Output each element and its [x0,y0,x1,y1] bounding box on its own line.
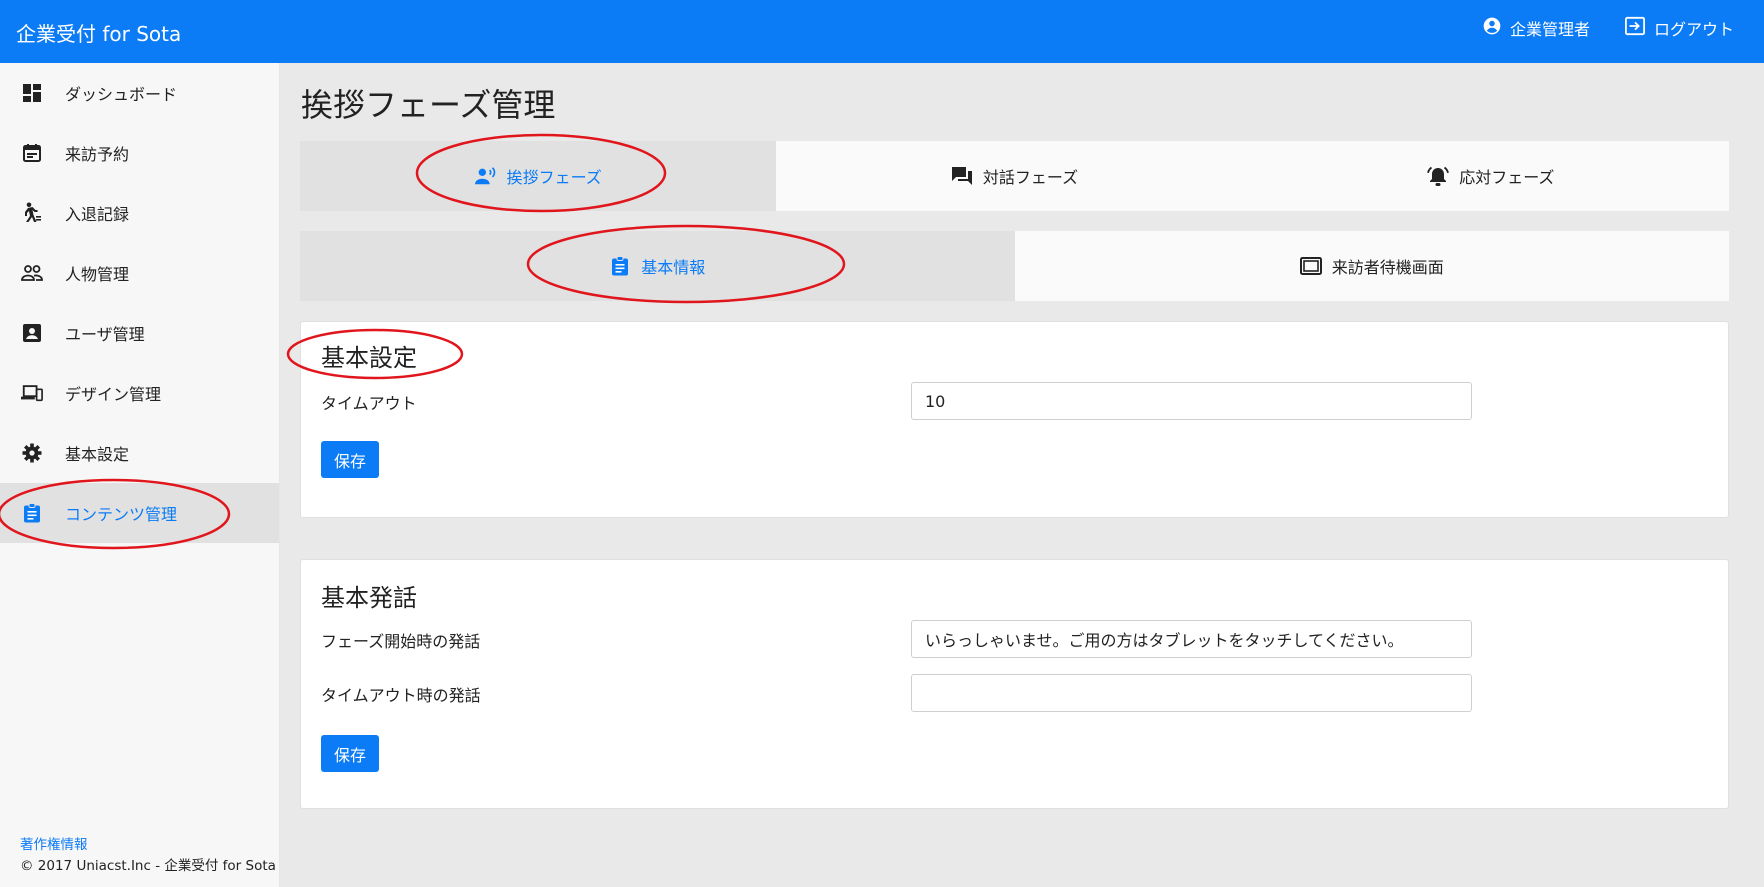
account-circle-icon [1482,16,1502,40]
sidebar-item-label: ダッシュボード [65,85,178,104]
timeout-speech-input[interactable] [911,674,1472,712]
sidebar-item-label: 来訪予約 [65,145,130,164]
record-voice-icon [474,165,497,187]
tab-label: 基本情報 [641,258,706,277]
phase-start-speech-input[interactable] [911,620,1472,658]
sidebar-item-label: デザイン管理 [65,385,162,404]
sidebar-item-label: コンテンツ管理 [65,505,178,524]
people-icon [21,262,43,284]
clipboard-icon [609,255,631,277]
sidebar-item-label: 人物管理 [65,265,130,284]
section-title: 基本発話 [321,584,417,612]
devices-icon [21,382,43,404]
tab-label: 対話フェーズ [982,168,1079,187]
sidebar-item-label: 入退記録 [65,205,130,224]
timeout-speech-label: タイムアウト時の発話 [321,686,481,705]
basic-settings-card: 基本設定 タイムアウト 保存 [300,321,1729,518]
alarm-bell-icon [1427,165,1450,187]
gear-icon [21,442,43,464]
tab-label: 来訪者待機画面 [1331,258,1444,277]
app-brand[interactable]: 企業受付 for Sota [16,18,181,47]
sidebar-item-basic-settings[interactable]: 基本設定 [0,423,279,483]
main-content: 挨拶フェーズ管理 挨拶フェーズ 対話フェーズ 応対フェーズ 基本情報 来訪者待機… [280,63,1729,887]
sidebar: ダッシュボード 来訪予約 入退記録 人物管理 ユーザ管理 デザイン管理 基本設定… [0,63,280,887]
tablet-icon [1299,255,1322,277]
top-bar: 企業受付 for Sota 企業管理者 ログアウト [0,0,1764,63]
page-title: 挨拶フェーズ管理 [301,86,556,124]
user-menu[interactable]: 企業管理者 [1482,16,1590,40]
tab-greeting-phase[interactable]: 挨拶フェーズ [300,141,777,211]
chat-icon [951,165,973,187]
section-title: 基本設定 [321,344,417,372]
sidebar-item-label: 基本設定 [65,445,130,464]
tab-label: 応対フェーズ [1459,168,1555,187]
sidebar-item-dashboard[interactable]: ダッシュボード [0,63,279,123]
sidebar-item-visit-reservation[interactable]: 来訪予約 [0,123,279,183]
account-box-icon [21,322,43,344]
save-button[interactable]: 保存 [321,441,379,478]
copyright-info-link[interactable]: 著作権情報 [20,835,276,856]
top-right-menu: 企業管理者 ログアウト [1482,16,1734,40]
logout-label: ログアウト [1653,20,1734,39]
sidebar-item-design[interactable]: デザイン管理 [0,363,279,423]
dashboard-icon [21,82,43,104]
sidebar-footer: 著作権情報 © 2017 Uniacst.Inc - 企業受付 for Sota [20,835,276,877]
copyright-text: © 2017 Uniacst.Inc - 企業受付 for Sota [20,858,276,874]
timeout-label: タイムアウト [321,394,417,413]
save-button[interactable]: 保存 [321,735,379,772]
walking-icon [21,202,43,224]
phase-tabs: 挨拶フェーズ 対話フェーズ 応対フェーズ [300,141,1729,211]
tab-basic-info[interactable]: 基本情報 [300,231,1015,301]
tab-visitor-standby-screen[interactable]: 来訪者待機画面 [1015,231,1730,301]
sidebar-item-label: ユーザ管理 [65,325,145,344]
logout-link[interactable]: ログアウト [1624,16,1734,40]
sidebar-item-contents[interactable]: コンテンツ管理 [0,483,279,543]
user-label: 企業管理者 [1509,20,1590,39]
tab-dialog-phase[interactable]: 対話フェーズ [776,141,1252,211]
basic-speech-card: 基本発話 フェーズ開始時の発話 タイムアウト時の発話 保存 [300,559,1729,809]
sidebar-item-people[interactable]: 人物管理 [0,243,279,303]
tab-label: 挨拶フェーズ [506,168,602,187]
sidebar-item-entry-log[interactable]: 入退記録 [0,183,279,243]
calendar-icon [21,142,43,164]
logout-icon [1624,16,1646,40]
sub-tabs: 基本情報 来訪者待機画面 [300,231,1729,301]
clipboard-icon [21,502,43,524]
phase-start-speech-label: フェーズ開始時の発話 [321,632,481,651]
sidebar-item-users[interactable]: ユーザ管理 [0,303,279,363]
tab-response-phase[interactable]: 応対フェーズ [1253,141,1729,211]
timeout-input[interactable] [911,382,1472,420]
